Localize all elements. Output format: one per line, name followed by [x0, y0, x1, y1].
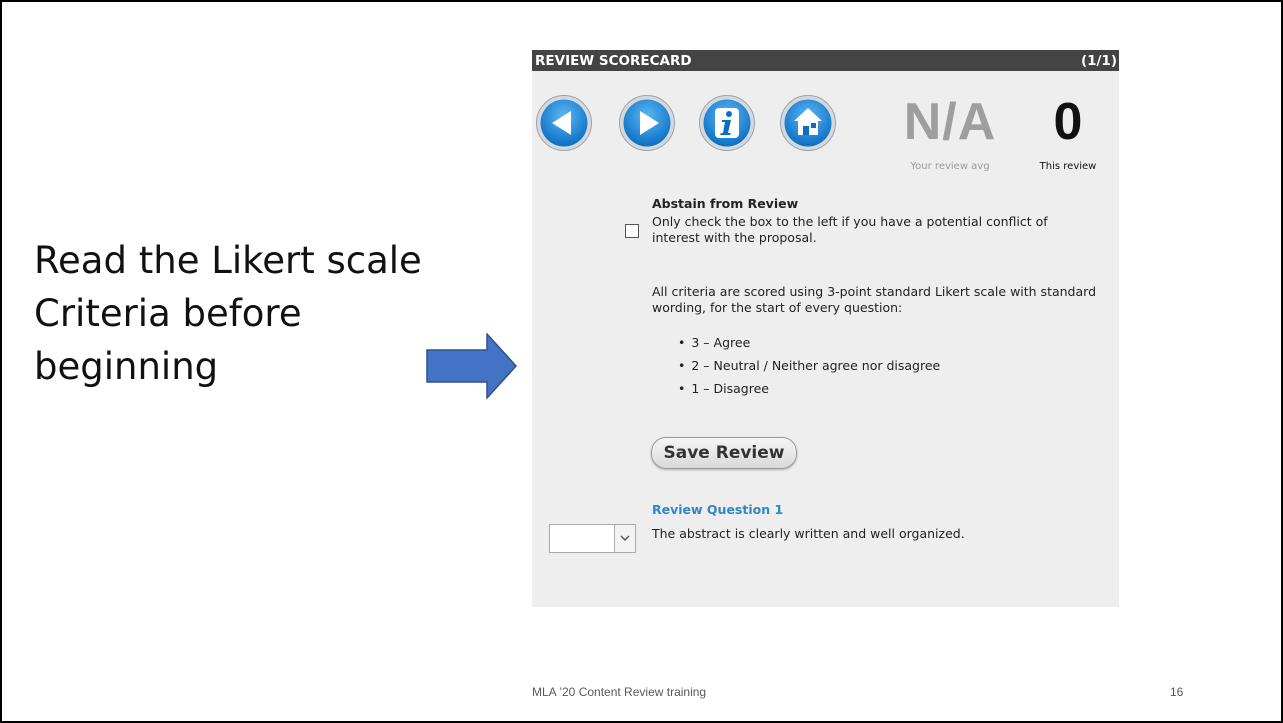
your-review-avg-value: N/A — [903, 93, 997, 151]
likert-item: 2 – Neutral / Neither agree nor disagree — [678, 354, 940, 377]
slide-page-number: 16 — [1170, 685, 1184, 699]
review-question-label: Review Question 1 — [652, 502, 784, 517]
this-review-value: 0 — [1053, 93, 1083, 151]
instruction-text: Read the Likert scale Criteria before be… — [34, 234, 422, 393]
scorecard-title: REVIEW SCORECARD — [535, 52, 692, 69]
your-review-avg-caption: Your review avg — [910, 161, 990, 172]
scorecard-header: REVIEW SCORECARD (1/1) — [532, 50, 1119, 71]
abstain-title: Abstain from Review — [652, 196, 799, 211]
instruction-line-1: Read the Likert scale — [34, 239, 422, 282]
likert-item: 3 – Agree — [678, 331, 940, 354]
question-score-select[interactable] — [549, 524, 636, 553]
abstain-note: Only check the box to the left if you ha… — [652, 214, 1048, 245]
criteria-intro: All criteria are scored using 3-point st… — [652, 284, 1097, 315]
instruction-line-2: Criteria before — [34, 292, 302, 335]
slide-footer: MLA ’20 Content Review training — [532, 685, 707, 699]
home-icon[interactable] — [779, 94, 837, 152]
review-question-text: The abstract is clearly written and well… — [652, 526, 965, 541]
info-icon[interactable] — [698, 94, 756, 152]
chevron-down-icon[interactable] — [614, 525, 635, 552]
likert-item: 1 – Disagree — [678, 377, 940, 400]
slide: Read the Likert scale Criteria before be… — [0, 0, 1283, 723]
likert-scale-list: 3 – Agree 2 – Neutral / Neither agree no… — [678, 331, 940, 400]
previous-icon[interactable] — [535, 94, 593, 152]
next-icon[interactable] — [618, 94, 676, 152]
abstain-checkbox[interactable] — [625, 224, 639, 238]
instruction-line-3: beginning — [34, 345, 219, 388]
review-scorecard-panel: REVIEW SCORECARD (1/1) N/A 0 Your review… — [532, 50, 1119, 607]
right-arrow-icon — [426, 333, 518, 399]
save-review-button[interactable]: Save Review — [651, 437, 797, 469]
scorecard-counter: (1/1) — [1080, 52, 1117, 69]
this-review-caption: This review — [1039, 161, 1097, 172]
